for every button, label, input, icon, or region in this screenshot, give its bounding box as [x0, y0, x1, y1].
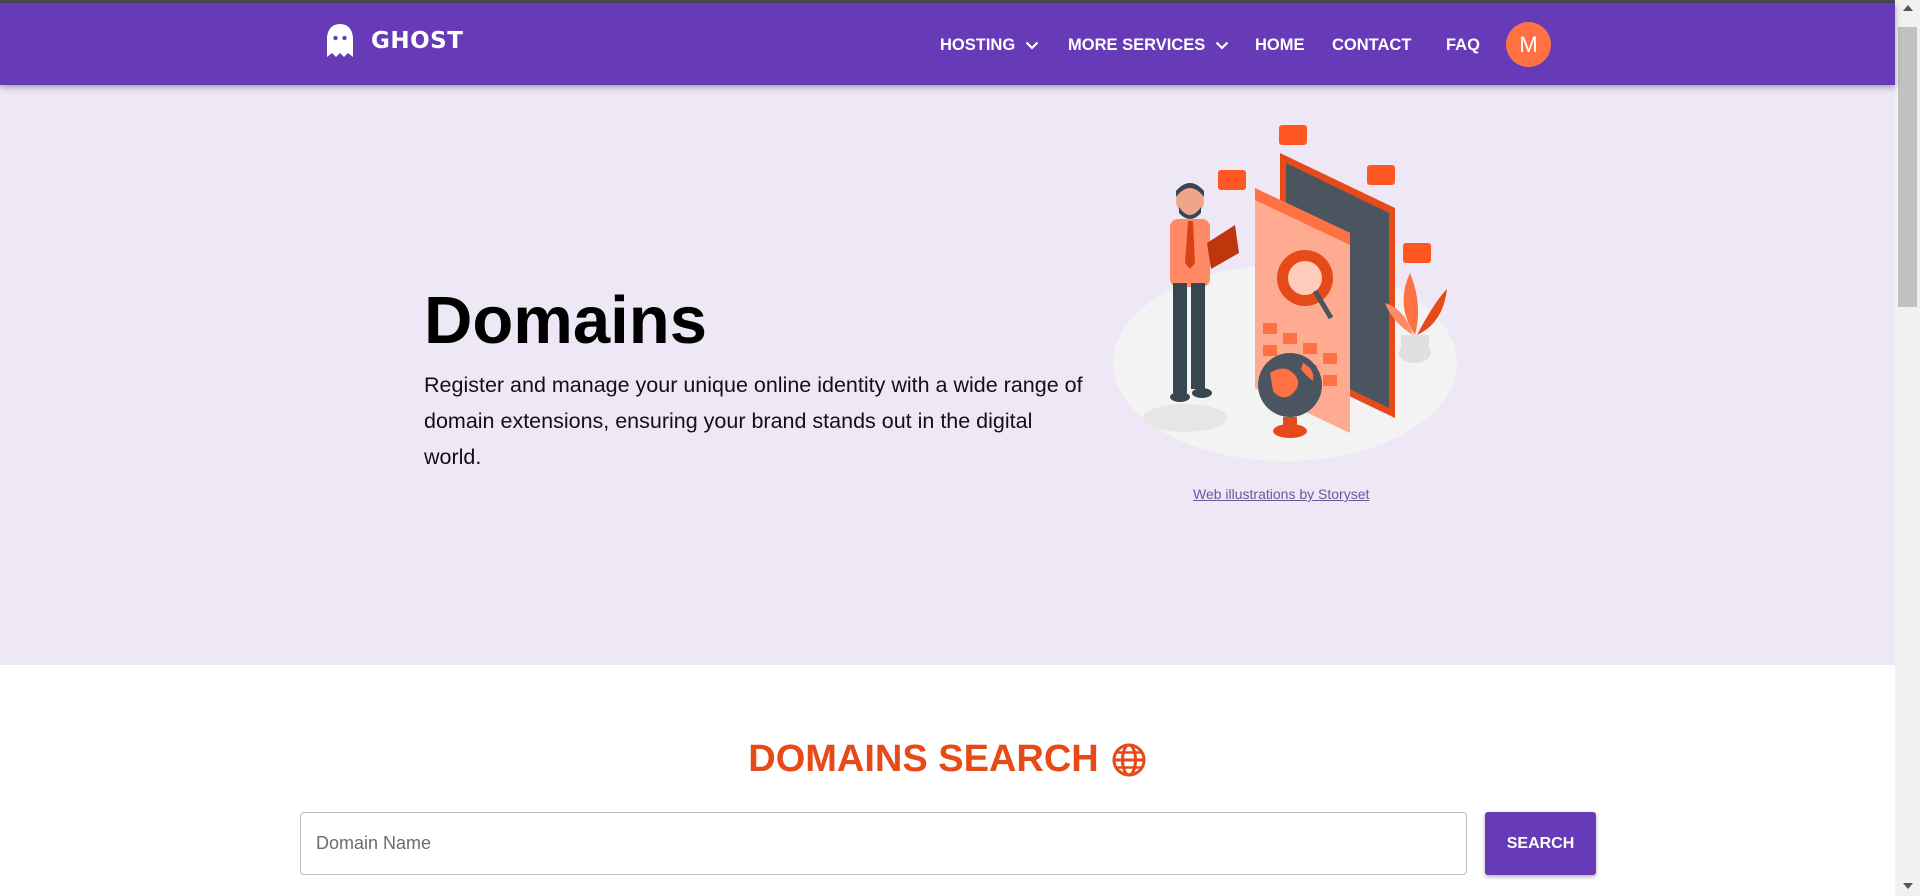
nav-faq[interactable]: FAQ: [1446, 36, 1480, 55]
navbar: GHOST HOSTING MORE SERVICES HOME CONTACT…: [0, 3, 1895, 85]
nav-home[interactable]: HOME: [1255, 36, 1305, 55]
domain-illustration: [1113, 125, 1457, 461]
brand-name: GHOST: [371, 28, 464, 54]
illustration-credit-link[interactable]: Web illustrations by Storyset: [1193, 486, 1369, 502]
scroll-up-arrow-icon[interactable]: [1903, 5, 1913, 11]
search-button[interactable]: SEARCH: [1485, 812, 1596, 875]
user-avatar[interactable]: M: [1506, 22, 1551, 67]
nav-hosting[interactable]: HOSTING: [940, 36, 1039, 55]
page-scrollbar[interactable]: [1895, 0, 1920, 896]
nav-more-services-label: MORE SERVICES: [1068, 36, 1206, 54]
hero-section: Domains Register and manage your unique …: [0, 85, 1895, 665]
hero-description: Register and manage your unique online i…: [424, 373, 1083, 469]
nav-hosting-label: HOSTING: [940, 36, 1016, 54]
nav-more-services[interactable]: MORE SERVICES: [1068, 36, 1229, 55]
domains-search-title: DOMAINS SEARCH: [748, 738, 1099, 780]
brand-logo[interactable]: GHOST: [325, 23, 463, 59]
hero-title: Domains: [424, 283, 707, 358]
domains-search-heading: DOMAINS SEARCH: [0, 738, 1895, 781]
domain-name-input[interactable]: [300, 812, 1467, 875]
ghost-icon: [327, 24, 353, 57]
chevron-down-icon: [1025, 41, 1039, 50]
scroll-down-arrow-icon[interactable]: [1903, 883, 1913, 889]
scrollbar-thumb[interactable]: [1898, 27, 1917, 307]
nav-contact[interactable]: CONTACT: [1332, 36, 1411, 55]
chevron-down-icon: [1215, 41, 1229, 50]
globe-icon: [1112, 743, 1146, 776]
